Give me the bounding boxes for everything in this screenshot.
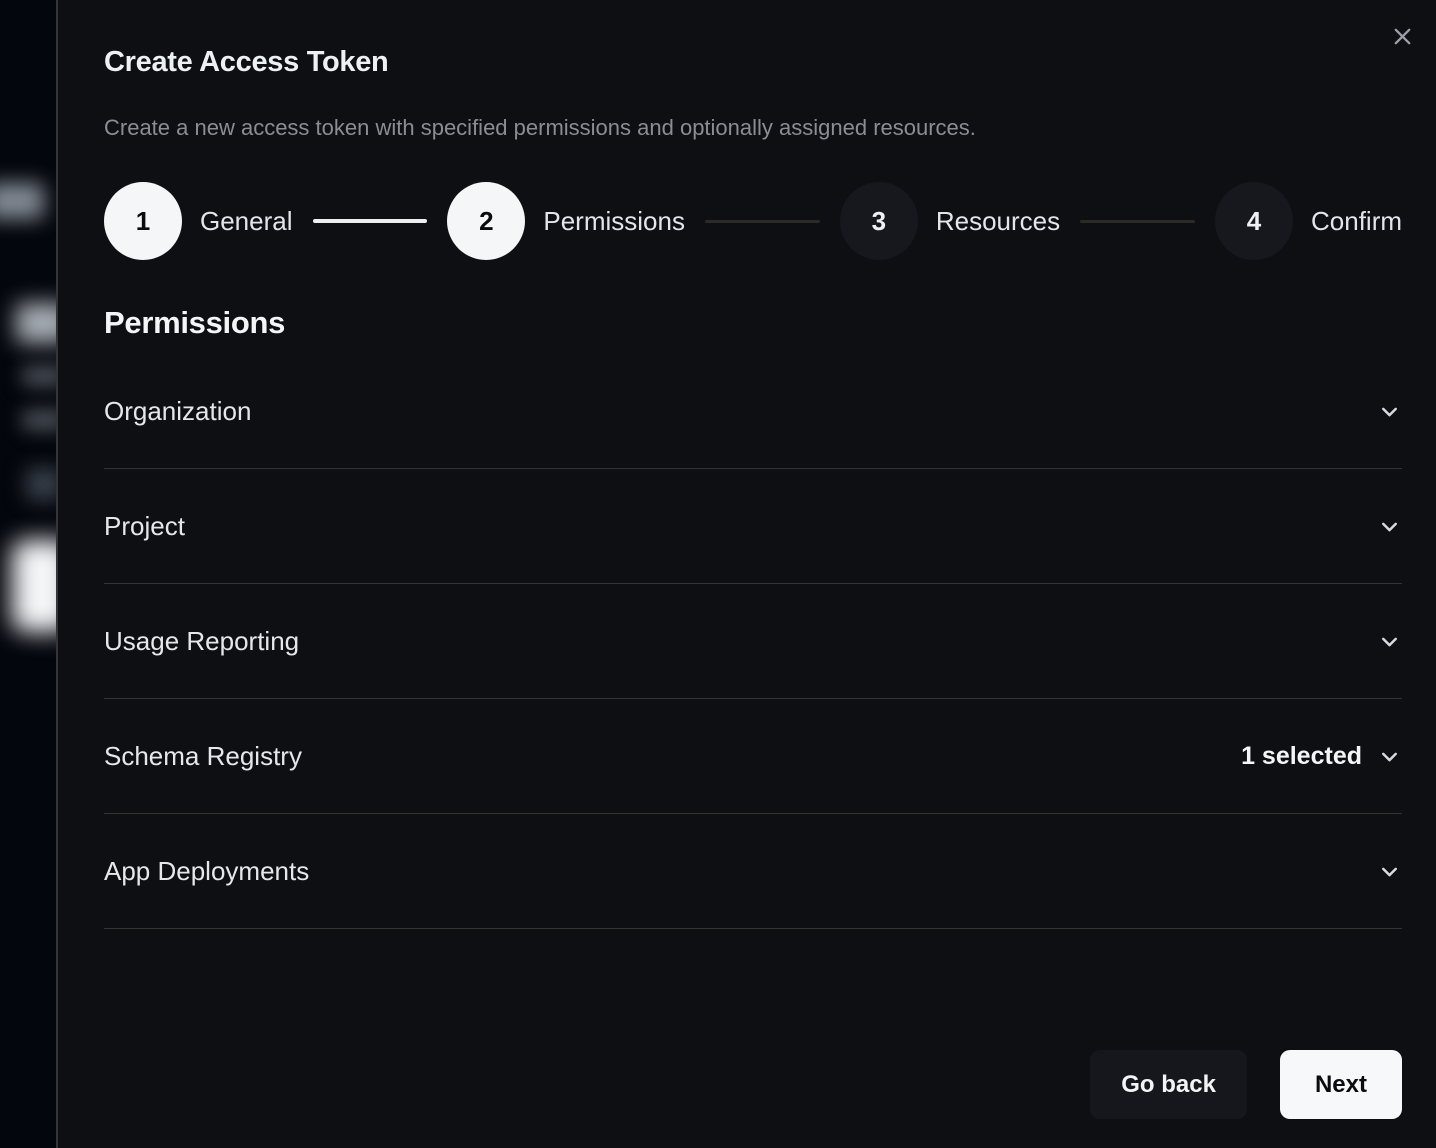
chevron-down-icon: [1377, 744, 1402, 769]
group-row-right: [1377, 399, 1402, 424]
step-connector-complete: [313, 219, 428, 223]
step-permissions[interactable]: 2 Permissions: [447, 182, 685, 260]
create-access-token-dialog: Create Access Token Create a new access …: [56, 0, 1436, 1148]
permission-group-project[interactable]: Project: [104, 469, 1402, 584]
group-label: Project: [104, 511, 185, 542]
dialog-title: Create Access Token: [104, 46, 1402, 79]
step-number-badge: 3: [840, 182, 918, 260]
chevron-down-icon: [1377, 514, 1402, 539]
group-row-right: 1 selected: [1241, 742, 1402, 771]
permission-group-usage-reporting[interactable]: Usage Reporting: [104, 584, 1402, 699]
step-general[interactable]: 1 General: [104, 182, 293, 260]
group-label: Schema Registry: [104, 741, 302, 772]
step-confirm[interactable]: 4 Confirm: [1215, 182, 1402, 260]
step-number-badge: 4: [1215, 182, 1293, 260]
group-label: Organization: [104, 396, 251, 427]
step-label: Resources: [936, 206, 1060, 237]
step-label: Confirm: [1311, 206, 1402, 237]
permission-group-app-deployments[interactable]: App Deployments: [104, 814, 1402, 929]
blurred-background-button: [12, 540, 56, 632]
chevron-down-icon: [1377, 859, 1402, 884]
dialog-subtitle: Create a new access token with specified…: [104, 115, 1402, 141]
permission-group-organization[interactable]: Organization: [104, 354, 1402, 469]
close-button[interactable]: [1386, 20, 1418, 52]
step-label: Permissions: [543, 206, 685, 237]
selected-count-badge: 1 selected: [1241, 742, 1362, 771]
stepper: 1 General 2 Permissions 3 Resources 4 Co…: [104, 181, 1402, 261]
blurred-background-heading: [16, 303, 56, 343]
blurred-background-line: [22, 410, 56, 430]
blurred-background-line: [22, 366, 56, 386]
step-connector-upcoming: [1080, 220, 1195, 223]
next-button[interactable]: Next: [1280, 1050, 1402, 1119]
group-label: App Deployments: [104, 856, 309, 887]
background-page-strip: [0, 0, 56, 1148]
permission-group-schema-registry[interactable]: Schema Registry 1 selected: [104, 699, 1402, 814]
dialog-footer: Go back Next: [1090, 1050, 1402, 1119]
group-row-right: [1377, 514, 1402, 539]
permission-group-list: Organization Project: [104, 354, 1402, 929]
go-back-button[interactable]: Go back: [1090, 1050, 1247, 1119]
step-resources[interactable]: 3 Resources: [840, 182, 1060, 260]
close-icon: [1391, 25, 1414, 48]
blurred-background-text: [0, 183, 44, 219]
group-row-right: [1377, 629, 1402, 654]
step-number-badge: 2: [447, 182, 525, 260]
group-label: Usage Reporting: [104, 626, 299, 657]
step-label: General: [200, 206, 293, 237]
chevron-down-icon: [1377, 629, 1402, 654]
chevron-down-icon: [1377, 399, 1402, 424]
step-number-badge: 1: [104, 182, 182, 260]
step-connector-upcoming: [705, 220, 820, 223]
group-row-right: [1377, 859, 1402, 884]
blurred-background-icon: [26, 468, 56, 500]
permissions-section-heading: Permissions: [104, 305, 1402, 341]
